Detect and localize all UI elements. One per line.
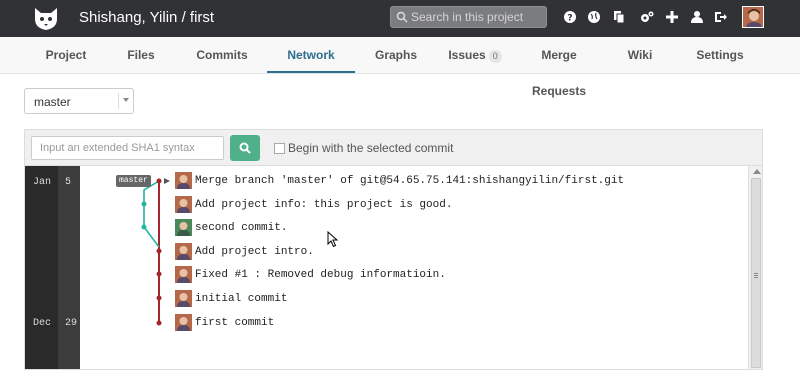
commit-avatar [175, 196, 192, 213]
user-avatar[interactable] [742, 6, 764, 28]
commit-message[interactable]: Merge branch 'master' of git@54.65.75.14… [195, 175, 624, 187]
branch-tag[interactable]: master [116, 175, 151, 187]
chevron-down-icon [123, 98, 129, 102]
project-search[interactable] [390, 6, 547, 28]
globe-icon[interactable] [587, 10, 601, 24]
network-graph[interactable]: Jan 5 Dec 29 master Merge branch 'master… [24, 165, 763, 370]
scroll-up-icon[interactable] [753, 169, 761, 174]
gears-icon[interactable] [640, 10, 654, 24]
user-icon[interactable] [690, 10, 704, 24]
commit-dot [156, 271, 162, 277]
branch-pointer-icon [164, 178, 170, 184]
commit-dot [156, 320, 162, 326]
commit-avatar [175, 314, 192, 331]
commit-avatar [175, 172, 192, 189]
issues-count-badge: 0 [488, 50, 502, 63]
commit-message[interactable]: Fixed #1 : Removed debug informatioin. [195, 269, 446, 281]
commit-avatar [175, 243, 192, 260]
svg-text:?: ? [567, 14, 572, 24]
tab-wiki[interactable]: Wiki [612, 37, 668, 73]
branch-select-divider [118, 93, 119, 109]
commit-dot [156, 178, 162, 184]
commit-avatar [175, 219, 192, 236]
grip-icon [754, 273, 758, 278]
search-icon [239, 142, 251, 154]
network-filter-bar: Begin with the selected commit [24, 129, 763, 165]
copy-icon[interactable] [612, 10, 626, 24]
plus-icon[interactable] [665, 10, 679, 24]
tab-project[interactable]: Project [30, 37, 102, 73]
logout-icon[interactable] [714, 10, 728, 24]
commit-message[interactable]: second commit. [195, 222, 287, 234]
commit-dot [141, 201, 147, 207]
tab-issues[interactable]: Issues 0 [440, 37, 510, 73]
top-header: Shishang, Yilin / first ? [0, 0, 800, 37]
gitlab-fox-logo-icon[interactable] [32, 4, 60, 32]
tab-network[interactable]: Network [267, 37, 355, 73]
mouse-cursor-icon [327, 231, 339, 248]
commit-graph-lines [141, 178, 170, 326]
tab-merge-requests[interactable]: Merge Requests [514, 37, 604, 98]
commit-avatar [175, 266, 192, 283]
merged-branch-line [143, 180, 160, 248]
begin-with-selected-checkbox[interactable] [274, 143, 285, 154]
commit-dot [156, 248, 162, 254]
help-icon[interactable]: ? [563, 10, 577, 24]
commit-message[interactable]: Add project intro. [195, 246, 314, 258]
commit-message[interactable]: first commit [195, 317, 274, 329]
commit-dot [156, 295, 162, 301]
search-input[interactable] [411, 9, 543, 25]
branch-select[interactable]: master [24, 88, 134, 114]
begin-with-selected-label: Begin with the selected commit [288, 141, 454, 155]
tab-issues-label: Issues [448, 48, 486, 62]
sha-search-button[interactable] [230, 135, 260, 161]
branch-select-value: master [34, 95, 71, 109]
commit-dot [141, 224, 147, 230]
scrollbar-thumb[interactable] [751, 178, 761, 368]
project-title[interactable]: Shishang, Yilin / first [79, 9, 214, 26]
tab-graphs[interactable]: Graphs [360, 37, 432, 73]
search-icon [396, 11, 408, 23]
avatar-image-icon [743, 7, 763, 27]
graph-scrollbar[interactable] [748, 166, 762, 369]
tab-commits[interactable]: Commits [186, 37, 258, 73]
tab-files[interactable]: Files [106, 37, 176, 73]
commit-avatar [175, 290, 192, 307]
project-nav: Project Files Commits Network Graphs Iss… [0, 37, 800, 98]
commit-message[interactable]: Add project info: this project is good. [195, 199, 452, 211]
tab-settings[interactable]: Settings [690, 37, 750, 73]
sha-input[interactable] [31, 136, 224, 160]
commit-message[interactable]: initial commit [195, 293, 287, 305]
